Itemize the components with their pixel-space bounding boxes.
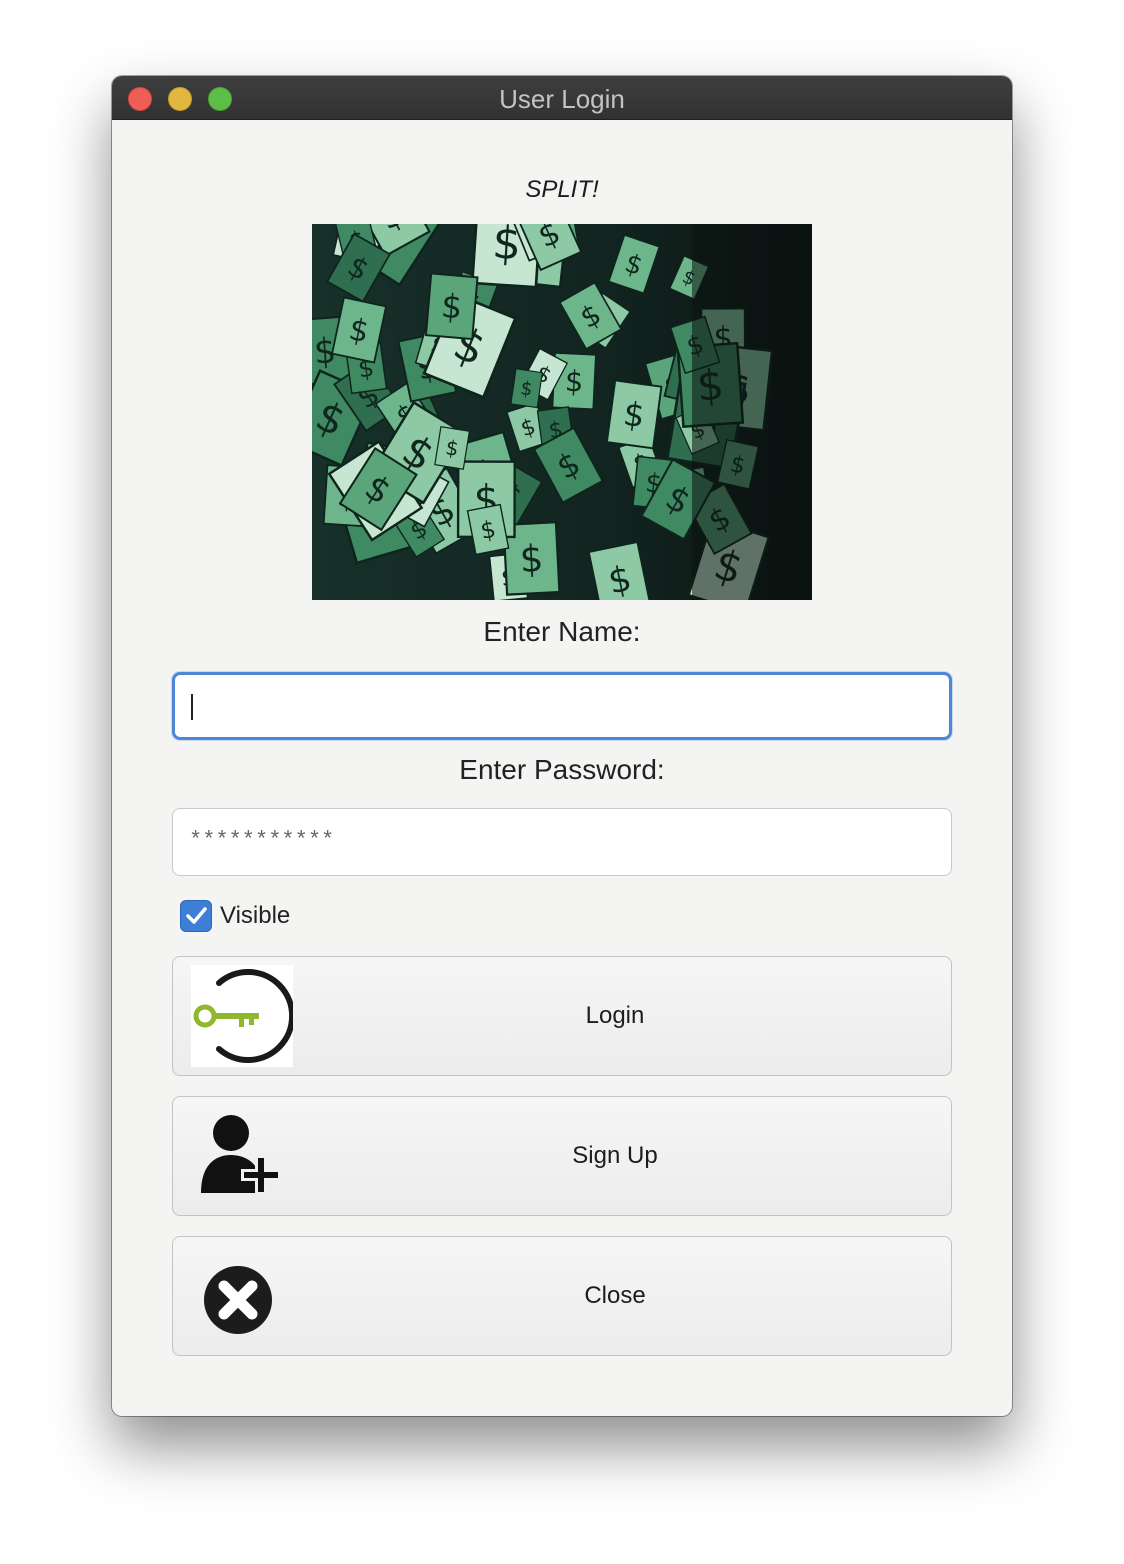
- svg-text:$: $: [519, 537, 545, 581]
- app-heading: SPLIT!: [525, 176, 599, 203]
- password-input[interactable]: ***********: [172, 808, 952, 876]
- close-button[interactable]: Close: [172, 1236, 952, 1356]
- name-label: Enter Name:: [483, 616, 641, 647]
- svg-text:$: $: [564, 364, 584, 399]
- money-banner-image: $$$$$$$$$$$$$$$$$$$$$$$$$$$$$$$$$$$$$$$$…: [312, 224, 812, 600]
- name-input[interactable]: [172, 672, 952, 740]
- close-button-label: Close: [584, 1282, 646, 1309]
- checkmark-icon: [186, 907, 207, 924]
- title-bar[interactable]: User Login: [112, 76, 1012, 120]
- visible-checkbox-label: Visible: [220, 902, 291, 929]
- signup-button[interactable]: Sign Up: [172, 1096, 952, 1216]
- login-button[interactable]: Login: [172, 956, 952, 1076]
- svg-text:$: $: [440, 286, 464, 327]
- window-title: User Login: [499, 84, 625, 114]
- text-caret: [191, 694, 193, 720]
- password-label: Enter Password:: [459, 754, 665, 785]
- login-window: User Login SPLIT! $ $ $ $ $ $ $ $ $ $ $ $ $ $ $ $ $ $ $ $ $ $…: [112, 76, 1012, 1416]
- visible-checkbox[interactable]: [180, 900, 212, 932]
- signup-button-label: Sign Up: [572, 1142, 658, 1169]
- login-button-label: Login: [585, 1002, 645, 1029]
- password-input-value: ***********: [189, 828, 335, 853]
